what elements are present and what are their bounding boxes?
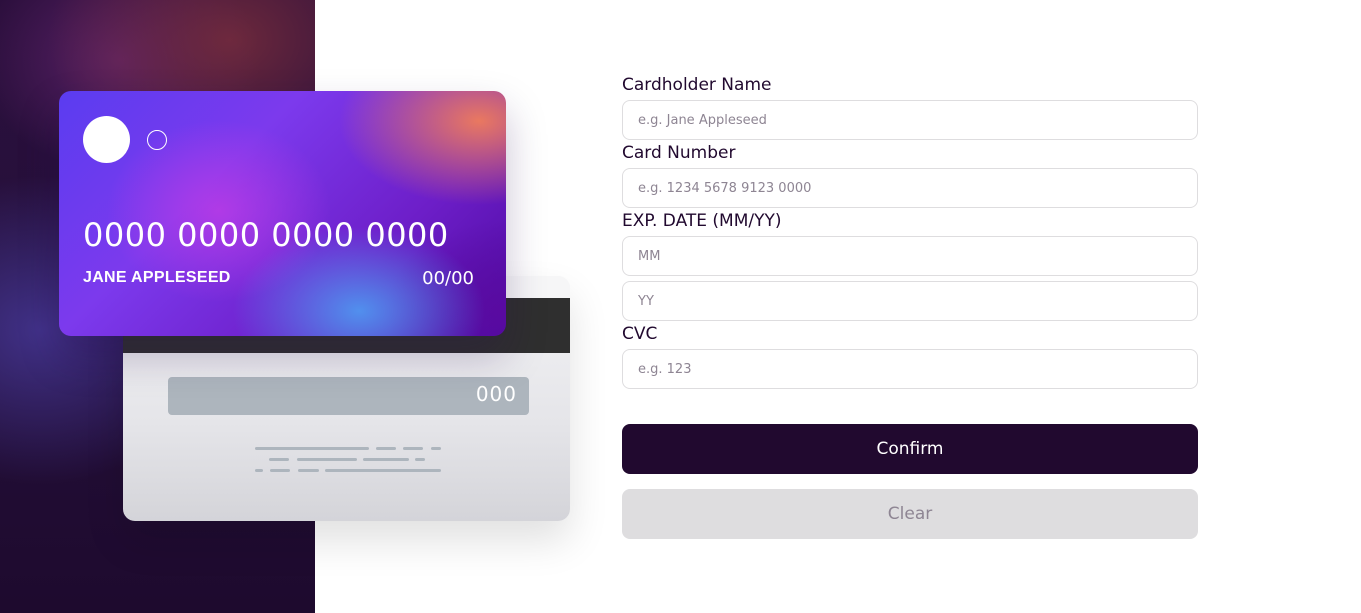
cvc-input[interactable] <box>622 349 1198 389</box>
card-details-form: Cardholder Name Card Number EXP. DATE (M… <box>622 74 1198 539</box>
cvc-label: CVC <box>622 324 658 344</box>
card-logo-outline-circle-icon <box>147 130 167 150</box>
card-back-decorative-lines <box>255 447 441 480</box>
card-number-input[interactable] <box>622 168 1198 208</box>
confirm-button[interactable]: Confirm <box>622 424 1198 474</box>
expiry-display: 00/00 <box>422 268 474 289</box>
exp-date-label: EXP. DATE (MM/YY) <box>622 211 782 231</box>
card-back-cvc: 000 <box>168 377 529 415</box>
cardholder-display: JANE APPLESEED <box>83 269 231 286</box>
exp-year-input[interactable] <box>622 281 1198 321</box>
card-logo-filled-circle-icon <box>83 116 130 163</box>
cardholder-name-label: Cardholder Name <box>622 75 772 95</box>
card-number-display: 0000 0000 0000 0000 <box>83 216 449 254</box>
cardholder-name-input[interactable] <box>622 100 1198 140</box>
exp-month-input[interactable] <box>622 236 1198 276</box>
card-number-label: Card Number <box>622 143 736 163</box>
card-front: 0000 0000 0000 0000 JANE APPLESEED 00/00 <box>59 91 506 336</box>
clear-button[interactable]: Clear <box>622 489 1198 539</box>
